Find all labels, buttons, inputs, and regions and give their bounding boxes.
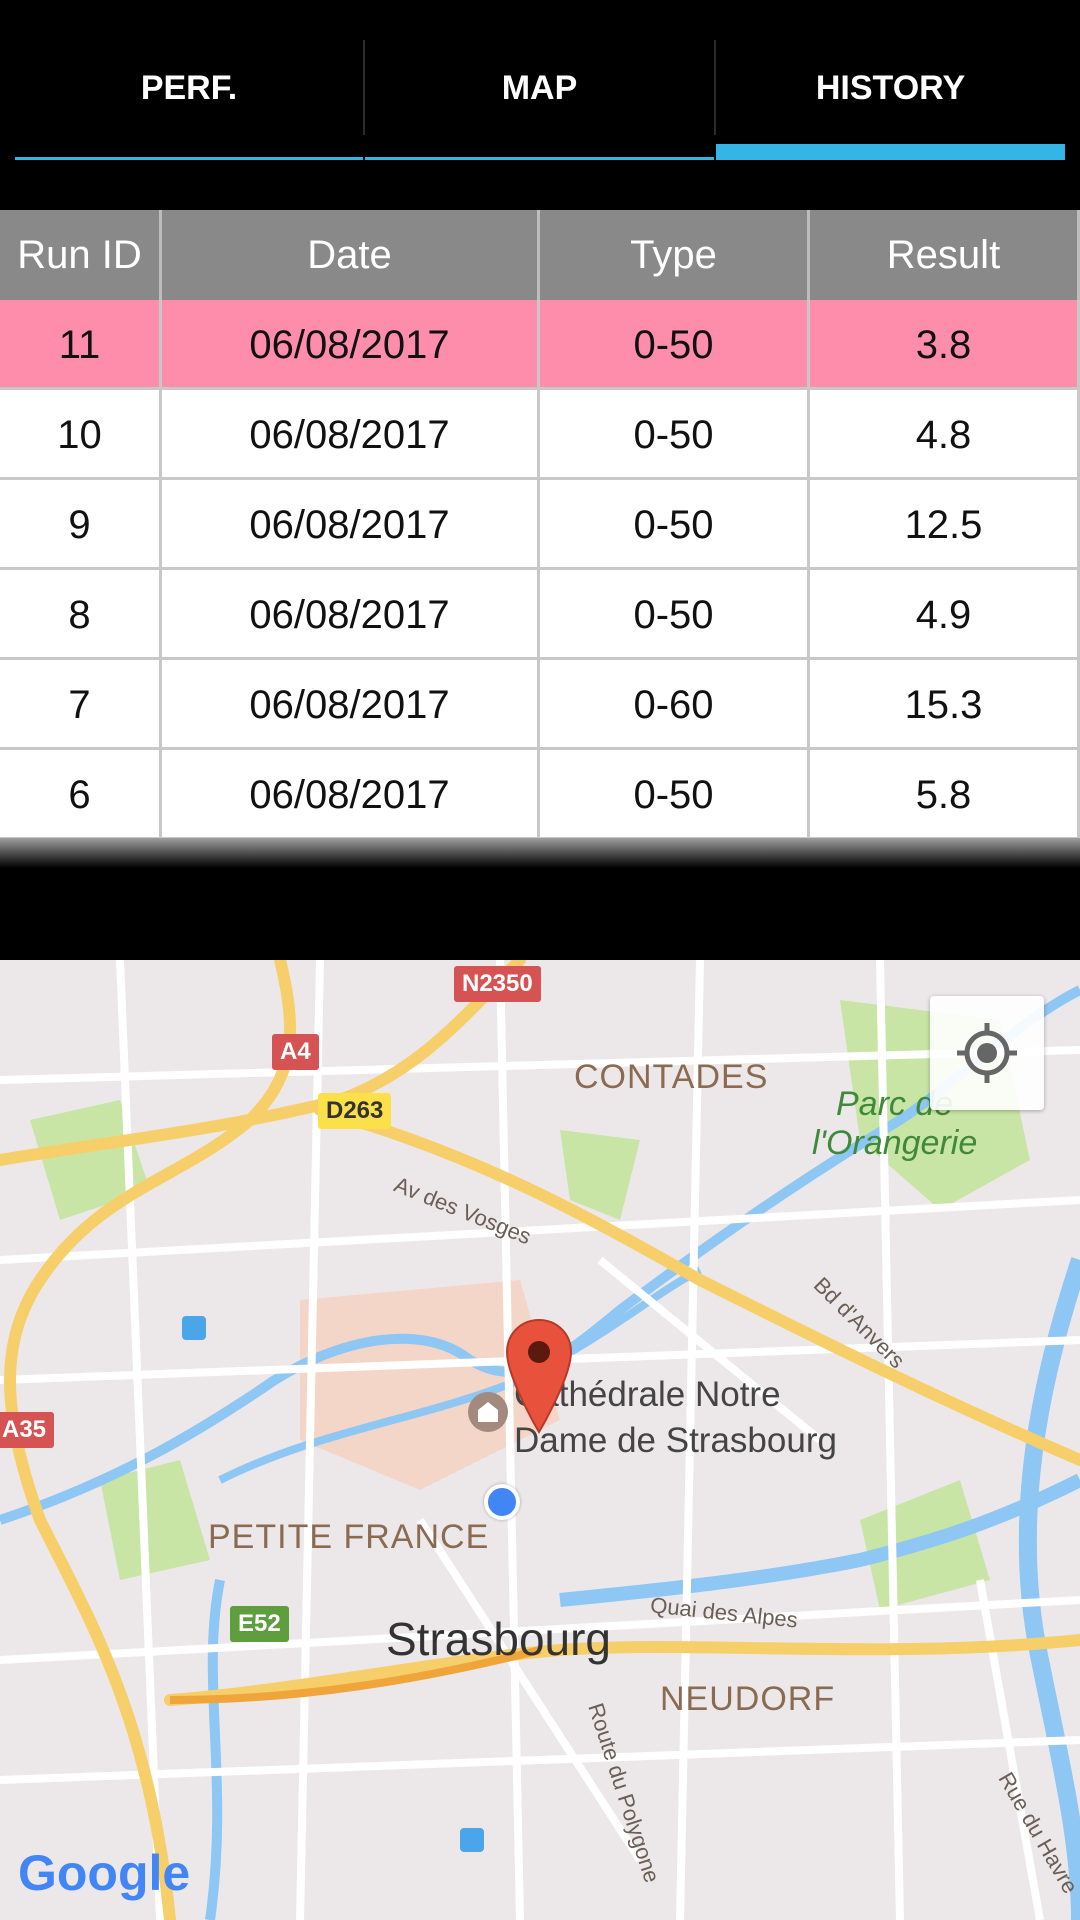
transit-icon[interactable] bbox=[182, 1316, 206, 1340]
map-view[interactable]: N2350 A4 D263 A35 E52 CONTADES PETITE FR… bbox=[0, 960, 1080, 1920]
cell-type: 0-60 bbox=[540, 660, 810, 750]
transit-icon[interactable] bbox=[460, 1828, 484, 1852]
tab-bar: PERF. MAP HISTORY bbox=[0, 0, 1080, 160]
cell-type: 0-50 bbox=[540, 480, 810, 570]
cell-result: 15.3 bbox=[810, 660, 1080, 750]
museum-icon[interactable] bbox=[468, 1392, 508, 1432]
cell-date: 06/08/2017 bbox=[162, 300, 540, 390]
district-label: CONTADES bbox=[574, 1058, 769, 1096]
table-row[interactable]: 10 06/08/2017 0-50 4.8 bbox=[0, 390, 1080, 480]
road-shield-a4: A4 bbox=[272, 1034, 319, 1070]
cell-run-id: 11 bbox=[0, 300, 162, 390]
table-row[interactable]: 6 06/08/2017 0-50 5.8 bbox=[0, 750, 1080, 840]
cell-run-id: 6 bbox=[0, 750, 162, 840]
city-label: Strasbourg bbox=[386, 1613, 612, 1665]
current-location-dot-icon bbox=[484, 1484, 520, 1520]
cell-run-id: 10 bbox=[0, 390, 162, 480]
table-header-row: Run ID Date Type Result bbox=[0, 210, 1080, 300]
table-row[interactable]: 9 06/08/2017 0-50 12.5 bbox=[0, 480, 1080, 570]
my-location-button[interactable] bbox=[930, 996, 1044, 1110]
cell-type: 0-50 bbox=[540, 300, 810, 390]
basin bbox=[559, 1473, 1080, 1607]
cell-type: 0-50 bbox=[540, 390, 810, 480]
tab-map-indicator bbox=[365, 157, 714, 160]
table-row[interactable]: 11 06/08/2017 0-50 3.8 bbox=[0, 300, 1080, 390]
tab-perf[interactable]: PERF. bbox=[15, 0, 363, 160]
header-type[interactable]: Type bbox=[540, 210, 810, 300]
tab-history-indicator bbox=[716, 144, 1065, 160]
cell-result: 4.8 bbox=[810, 390, 1080, 480]
river bbox=[205, 1579, 225, 1920]
road-shield-a35: A35 bbox=[0, 1412, 55, 1448]
google-logo: Google bbox=[18, 1845, 191, 1901]
tab-perf-label: PERF. bbox=[140, 69, 238, 107]
tab-perf-indicator bbox=[15, 157, 363, 160]
header-date[interactable]: Date bbox=[162, 210, 540, 300]
cell-type: 0-50 bbox=[540, 570, 810, 660]
cell-run-id: 7 bbox=[0, 660, 162, 750]
header-run-id[interactable]: Run ID bbox=[0, 210, 162, 300]
cell-date: 06/08/2017 bbox=[162, 390, 540, 480]
map-pin-icon[interactable] bbox=[505, 1318, 573, 1434]
cell-date: 06/08/2017 bbox=[162, 660, 540, 750]
tab-map-label: MAP bbox=[501, 69, 578, 107]
header-result[interactable]: Result bbox=[810, 210, 1080, 300]
tab-history[interactable]: HISTORY bbox=[716, 0, 1065, 160]
cell-type: 0-50 bbox=[540, 750, 810, 840]
road-shield-e52: E52 bbox=[230, 1606, 289, 1642]
road-shield-n2350: N2350 bbox=[454, 966, 541, 1002]
cell-date: 06/08/2017 bbox=[162, 750, 540, 840]
district-label: PETITE FRANCE bbox=[208, 1518, 490, 1556]
cell-run-id: 9 bbox=[0, 480, 162, 570]
my-location-icon bbox=[957, 1023, 1017, 1083]
park-label-line2: l'Orangerie bbox=[812, 1124, 978, 1162]
road-shield-d263: D263 bbox=[318, 1093, 392, 1129]
tab-history-label: HISTORY bbox=[815, 69, 966, 107]
table-row[interactable]: 8 06/08/2017 0-50 4.9 bbox=[0, 570, 1080, 660]
district-label: NEUDORF bbox=[660, 1680, 836, 1718]
cell-result: 3.8 bbox=[810, 300, 1080, 390]
cell-result: 12.5 bbox=[810, 480, 1080, 570]
cell-date: 06/08/2017 bbox=[162, 570, 540, 660]
cell-run-id: 8 bbox=[0, 570, 162, 660]
cell-date: 06/08/2017 bbox=[162, 480, 540, 570]
cell-result: 4.9 bbox=[810, 570, 1080, 660]
table-row[interactable]: 7 06/08/2017 0-60 15.3 bbox=[0, 660, 1080, 750]
table-scroll-fade bbox=[0, 838, 1080, 868]
tab-map[interactable]: MAP bbox=[365, 0, 714, 160]
cell-result: 5.8 bbox=[810, 750, 1080, 840]
